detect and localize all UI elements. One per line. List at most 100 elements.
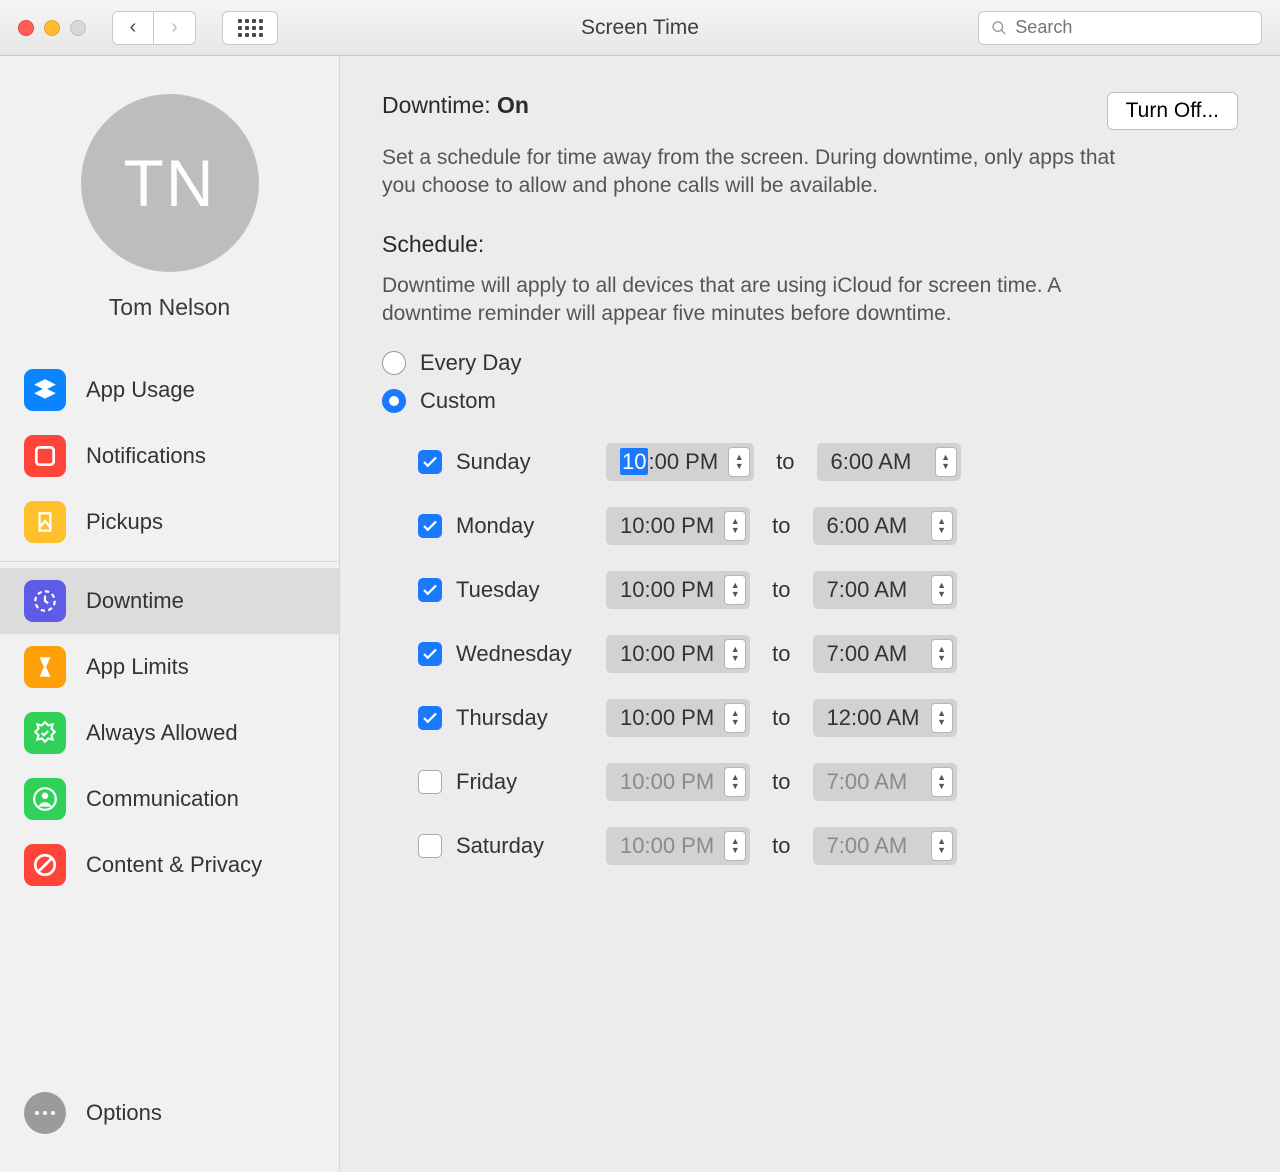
time-stepper[interactable]: ▲▼ <box>724 639 746 669</box>
forward-button[interactable]: › <box>154 11 196 45</box>
start-time-field[interactable]: 10:00 PM▲▼ <box>606 827 750 865</box>
sidebar-options[interactable]: Options <box>0 1074 339 1172</box>
day-checkbox[interactable] <box>418 578 442 602</box>
day-label: Monday <box>456 513 592 539</box>
close-window-button[interactable] <box>18 20 34 36</box>
search-icon <box>991 19 1007 37</box>
zoom-window-button[interactable] <box>70 20 86 36</box>
time-stepper[interactable]: ▲▼ <box>724 703 746 733</box>
start-time-field[interactable]: 10:00 PM▲▼ <box>606 443 754 481</box>
minimize-window-button[interactable] <box>44 20 60 36</box>
options-label: Options <box>86 1100 162 1126</box>
sidebar-item-app-usage[interactable]: App Usage <box>0 357 339 423</box>
downtime-status: Downtime: On <box>382 92 529 119</box>
sidebar-item-label: Content & Privacy <box>86 852 262 878</box>
time-stepper[interactable]: ▲▼ <box>935 447 957 477</box>
to-label: to <box>764 641 798 667</box>
day-row: Tuesday10:00 PM▲▼to7:00 AM▲▼ <box>418 558 1238 622</box>
time-stepper[interactable]: ▲▼ <box>728 447 750 477</box>
sidebar-item-label: App Usage <box>86 377 195 403</box>
sidebar-item-app-limits[interactable]: App Limits <box>0 634 339 700</box>
schedule-description: Downtime will apply to all devices that … <box>382 272 1142 329</box>
time-stepper[interactable]: ▲▼ <box>931 703 953 733</box>
window-controls <box>18 20 86 36</box>
avatar: TN <box>81 94 259 272</box>
to-label: to <box>764 833 798 859</box>
sidebar: TN Tom Nelson App Usage Notifications Pi… <box>0 56 340 1172</box>
day-label: Saturday <box>456 833 592 859</box>
to-label: to <box>764 513 798 539</box>
nosign-icon <box>24 844 66 886</box>
day-row: Saturday 10:00 PM▲▼ to 7:00 AM▲▼ <box>418 814 1238 878</box>
sidebar-item-notifications[interactable]: Notifications <box>0 423 339 489</box>
sidebar-item-always-allowed[interactable]: Always Allowed <box>0 700 339 766</box>
time-stepper[interactable]: ▲▼ <box>931 639 953 669</box>
day-checkbox[interactable] <box>418 770 442 794</box>
grid-icon <box>238 19 263 37</box>
sidebar-item-content-privacy[interactable]: Content & Privacy <box>0 832 339 898</box>
nav-buttons: ‹ › <box>112 11 196 45</box>
bell-square-icon <box>24 435 66 477</box>
hourglass-icon <box>24 646 66 688</box>
radio-label: Every Day <box>420 350 521 376</box>
layers-icon <box>24 369 66 411</box>
end-time-field[interactable]: 7:00 AM▲▼ <box>813 827 957 865</box>
day-checkbox[interactable] <box>418 514 442 538</box>
back-button[interactable]: ‹ <box>112 11 154 45</box>
sidebar-item-label: Always Allowed <box>86 720 238 746</box>
day-label: Thursday <box>456 705 592 731</box>
day-checkbox[interactable] <box>418 706 442 730</box>
to-label: to <box>764 577 798 603</box>
start-time-field[interactable]: 10:00 PM▲▼ <box>606 763 750 801</box>
end-time-field[interactable]: 7:00 AM▲▼ <box>813 763 957 801</box>
user-name: Tom Nelson <box>109 294 230 321</box>
start-time-field[interactable]: 10:00 PM▲▼ <box>606 507 750 545</box>
time-stepper[interactable]: ▲▼ <box>931 511 953 541</box>
radio-icon <box>382 351 406 375</box>
search-input[interactable] <box>1015 17 1249 38</box>
start-time-field[interactable]: 10:00 PM▲▼ <box>606 635 750 673</box>
end-time-field[interactable]: 6:00 AM▲▼ <box>813 507 957 545</box>
sidebar-item-label: Notifications <box>86 443 206 469</box>
chevron-right-icon: › <box>171 16 178 39</box>
start-time-field[interactable]: 10:00 PM▲▼ <box>606 699 750 737</box>
sidebar-list: App Usage Notifications Pickups Downtime… <box>0 357 339 898</box>
day-label: Sunday <box>456 449 592 475</box>
day-label: Friday <box>456 769 592 795</box>
end-time-field[interactable]: 7:00 AM▲▼ <box>813 571 957 609</box>
titlebar: ‹ › Screen Time <box>0 0 1280 56</box>
radio-every-day[interactable]: Every Day <box>382 350 1238 376</box>
sidebar-item-label: Pickups <box>86 509 163 535</box>
sidebar-item-communication[interactable]: Communication <box>0 766 339 832</box>
time-stepper[interactable]: ▲▼ <box>931 767 953 797</box>
show-all-button[interactable] <box>222 11 278 45</box>
day-checkbox[interactable] <box>418 450 442 474</box>
time-stepper[interactable]: ▲▼ <box>931 575 953 605</box>
time-stepper[interactable]: ▲▼ <box>724 831 746 861</box>
time-stepper[interactable]: ▲▼ <box>724 767 746 797</box>
sidebar-item-downtime[interactable]: Downtime <box>0 568 339 634</box>
search-field[interactable] <box>978 11 1262 45</box>
sidebar-separator <box>0 561 339 562</box>
to-label: to <box>764 705 798 731</box>
day-checkbox[interactable] <box>418 642 442 666</box>
day-checkbox[interactable] <box>418 834 442 858</box>
end-time-field[interactable]: 12:00 AM▲▼ <box>813 699 957 737</box>
end-time-field[interactable]: 7:00 AM▲▼ <box>813 635 957 673</box>
radio-custom[interactable]: Custom <box>382 388 1238 414</box>
schedule-heading: Schedule: <box>382 231 1238 258</box>
sidebar-item-pickups[interactable]: Pickups <box>0 489 339 555</box>
main-panel: Downtime: On Turn Off... Set a schedule … <box>340 56 1280 1172</box>
time-stepper[interactable]: ▲▼ <box>724 511 746 541</box>
radio-icon <box>382 389 406 413</box>
time-stepper[interactable]: ▲▼ <box>931 831 953 861</box>
end-time-field[interactable]: 6:00 AM▲▼ <box>817 443 961 481</box>
start-time-field[interactable]: 10:00 PM▲▼ <box>606 571 750 609</box>
time-stepper[interactable]: ▲▼ <box>724 575 746 605</box>
user-profile[interactable]: TN Tom Nelson <box>0 94 339 321</box>
day-label: Wednesday <box>456 641 592 667</box>
badge-icon <box>24 712 66 754</box>
turn-off-button[interactable]: Turn Off... <box>1107 92 1238 130</box>
day-row: Friday10:00 PM▲▼to7:00 AM▲▼ <box>418 750 1238 814</box>
clock-icon <box>24 580 66 622</box>
